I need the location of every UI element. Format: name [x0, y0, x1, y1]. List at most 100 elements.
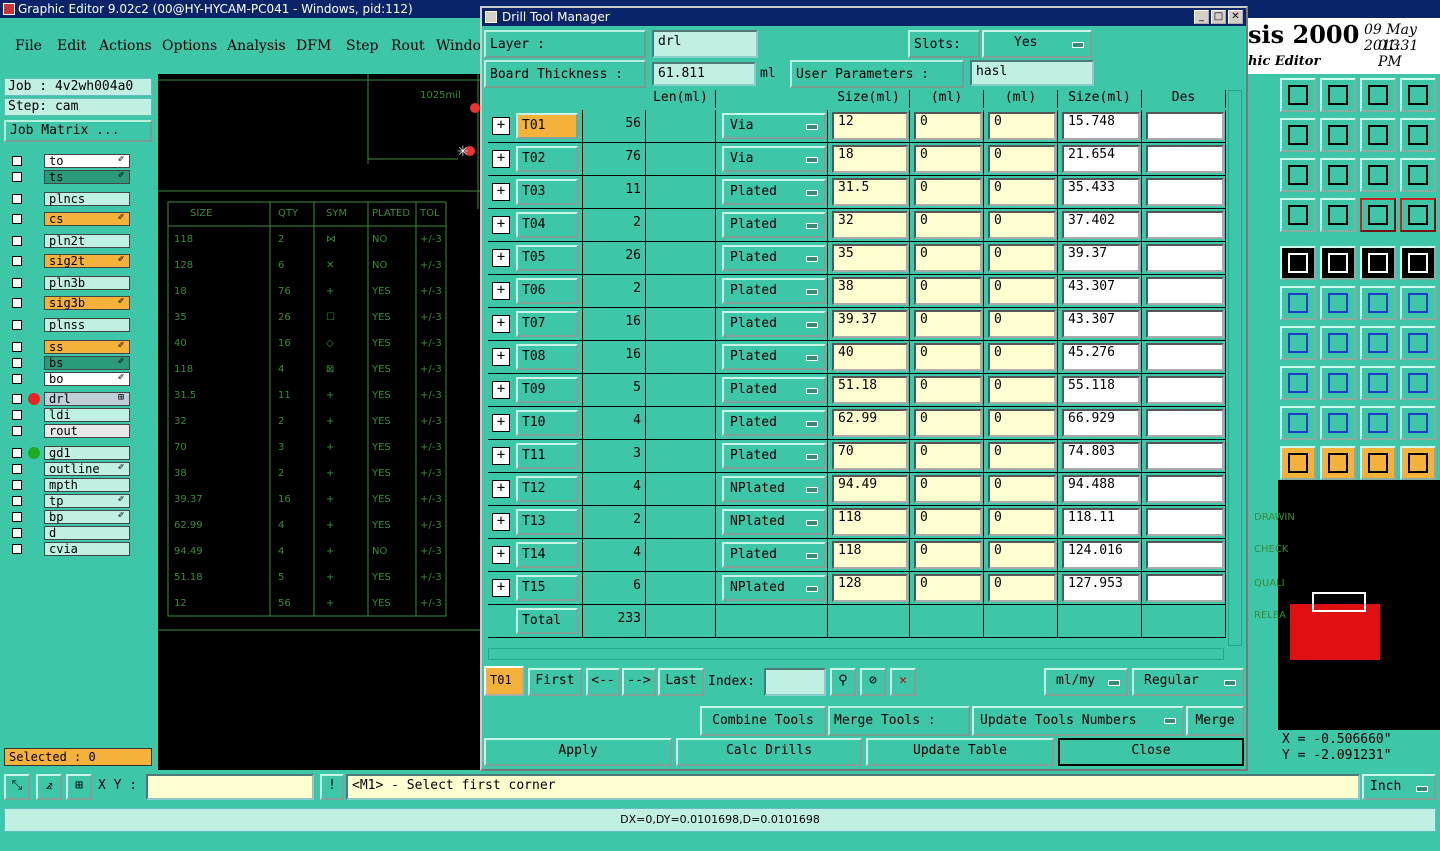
- tol-minus-input[interactable]: 0: [988, 409, 1056, 437]
- tool-button[interactable]: T09: [516, 377, 578, 403]
- layer-checkbox[interactable]: [12, 172, 22, 182]
- layer-item[interactable]: ss ✐: [8, 340, 130, 354]
- grid-icon[interactable]: ⊞: [66, 774, 92, 800]
- expand-icon[interactable]: +: [492, 249, 510, 267]
- line-angle-icon[interactable]: [1280, 326, 1316, 360]
- scale-icon[interactable]: [1360, 366, 1396, 400]
- layer-item[interactable]: sig2t ✐: [8, 254, 130, 268]
- minimap[interactable]: DRAWIN CHECK QUALI RELEA: [1254, 480, 1440, 730]
- dashed-box-icon[interactable]: [1400, 246, 1436, 280]
- measure-icon[interactable]: ⦨: [36, 774, 62, 800]
- menu-analysis[interactable]: Analysis: [227, 38, 286, 54]
- layer-checkbox[interactable]: [12, 358, 22, 368]
- tol-plus-input[interactable]: 0: [914, 145, 982, 173]
- size-input[interactable]: 118: [832, 541, 908, 569]
- board-thickness-field[interactable]: 61.811: [652, 62, 756, 86]
- tol-plus-input[interactable]: 0: [914, 178, 982, 206]
- desc-input[interactable]: [1146, 178, 1224, 206]
- type-select[interactable]: Plated: [722, 377, 826, 403]
- layer-item[interactable]: pln2t: [8, 234, 130, 248]
- s-curve-icon[interactable]: [1400, 118, 1436, 152]
- vertical-scrollbar[interactable]: [1228, 90, 1242, 646]
- expand-icon[interactable]: +: [492, 579, 510, 597]
- finish-size-input[interactable]: 37.402: [1062, 211, 1140, 239]
- job-matrix-button[interactable]: Job Matrix ...: [4, 120, 152, 142]
- arc-3-icon[interactable]: [1400, 406, 1436, 440]
- size-input[interactable]: 40: [832, 343, 908, 371]
- layer-item[interactable]: bs ✐: [8, 356, 130, 370]
- fit-icon[interactable]: [1280, 158, 1316, 192]
- layer-item[interactable]: ldi: [8, 408, 130, 422]
- finish-size-input[interactable]: 43.307: [1062, 277, 1140, 305]
- line-icon[interactable]: [1320, 326, 1356, 360]
- layer-item[interactable]: plncs: [8, 192, 130, 206]
- tool-button[interactable]: T01: [516, 113, 578, 139]
- finish-size-input[interactable]: 94.488: [1062, 475, 1140, 503]
- expand-icon[interactable]: +: [492, 348, 510, 366]
- layer-item[interactable]: rout: [8, 424, 130, 438]
- finish-size-input[interactable]: 35.433: [1062, 178, 1140, 206]
- type-select[interactable]: NPlated: [722, 509, 826, 535]
- alert-icon[interactable]: !: [320, 774, 344, 800]
- type-select[interactable]: Plated: [722, 278, 826, 304]
- type-select[interactable]: Plated: [722, 410, 826, 436]
- type-select[interactable]: Plated: [722, 542, 826, 568]
- size-input[interactable]: 12: [832, 112, 908, 140]
- expand-icon[interactable]: +: [492, 117, 510, 135]
- right-arrow-icon[interactable]: [1320, 118, 1356, 152]
- layer-checkbox[interactable]: [12, 194, 22, 204]
- desc-input[interactable]: [1146, 376, 1224, 404]
- size-input[interactable]: 18: [832, 145, 908, 173]
- menu-options[interactable]: Options: [162, 38, 217, 54]
- layer-checkbox[interactable]: [12, 480, 22, 490]
- filter-icon[interactable]: ⊘: [860, 668, 886, 696]
- minimap-viewport[interactable]: [1312, 592, 1366, 612]
- type-select[interactable]: Via: [722, 146, 826, 172]
- layer-item[interactable]: bp ✐: [8, 510, 130, 524]
- tool-button[interactable]: T06: [516, 278, 578, 304]
- layer-checkbox[interactable]: [12, 394, 22, 404]
- tool-button[interactable]: T10: [516, 410, 578, 436]
- next-button[interactable]: -->: [622, 668, 656, 696]
- layer-item[interactable]: cs ✐: [8, 212, 130, 226]
- type-select[interactable]: Plated: [722, 311, 826, 337]
- pointer-alt-icon[interactable]: [1360, 446, 1396, 480]
- horizontal-scrollbar[interactable]: [488, 648, 1224, 660]
- expand-icon[interactable]: +: [492, 546, 510, 564]
- path-icon[interactable]: [1400, 446, 1436, 480]
- type-select[interactable]: Plated: [722, 179, 826, 205]
- desc-input[interactable]: [1146, 277, 1224, 305]
- tool-button[interactable]: T13: [516, 509, 578, 535]
- layer-item[interactable]: outline ✐: [8, 462, 130, 476]
- update-table-button[interactable]: Update Table: [866, 738, 1054, 766]
- size-input[interactable]: 31.5: [832, 178, 908, 206]
- layer-checkbox[interactable]: [12, 278, 22, 288]
- expand-icon[interactable]: +: [492, 282, 510, 300]
- layer-checkbox[interactable]: [12, 410, 22, 420]
- combine-tools-button[interactable]: Combine Tools: [700, 706, 826, 736]
- tol-minus-input[interactable]: 0: [988, 574, 1056, 602]
- layer-checkbox[interactable]: [12, 464, 22, 474]
- cross-icon[interactable]: [1320, 286, 1356, 320]
- finish-size-input[interactable]: 15.748: [1062, 112, 1140, 140]
- desc-input[interactable]: [1146, 145, 1224, 173]
- move-icon[interactable]: [1280, 366, 1316, 400]
- update-tools-numbers-select[interactable]: Update Tools Numbers: [972, 706, 1184, 736]
- type-select[interactable]: Plated: [722, 344, 826, 370]
- finish-size-input[interactable]: 21.654: [1062, 145, 1140, 173]
- tool-button[interactable]: T15: [516, 575, 578, 601]
- expand-icon[interactable]: +: [492, 315, 510, 333]
- tol-minus-input[interactable]: 0: [988, 310, 1056, 338]
- layer-checkbox[interactable]: [12, 320, 22, 330]
- layer-item[interactable]: plnss: [8, 318, 130, 332]
- menu-file[interactable]: File: [15, 38, 42, 54]
- apply-button[interactable]: Apply: [484, 738, 672, 766]
- desc-input[interactable]: [1146, 541, 1224, 569]
- drill-alt-icon[interactable]: [1400, 198, 1436, 232]
- center-icon[interactable]: [1320, 158, 1356, 192]
- calc-drills-button[interactable]: Calc Drills: [676, 738, 862, 766]
- tool-button[interactable]: T12: [516, 476, 578, 502]
- drill-icon[interactable]: [1360, 198, 1396, 232]
- desc-input[interactable]: [1146, 442, 1224, 470]
- layer-item[interactable]: gd1: [8, 446, 130, 460]
